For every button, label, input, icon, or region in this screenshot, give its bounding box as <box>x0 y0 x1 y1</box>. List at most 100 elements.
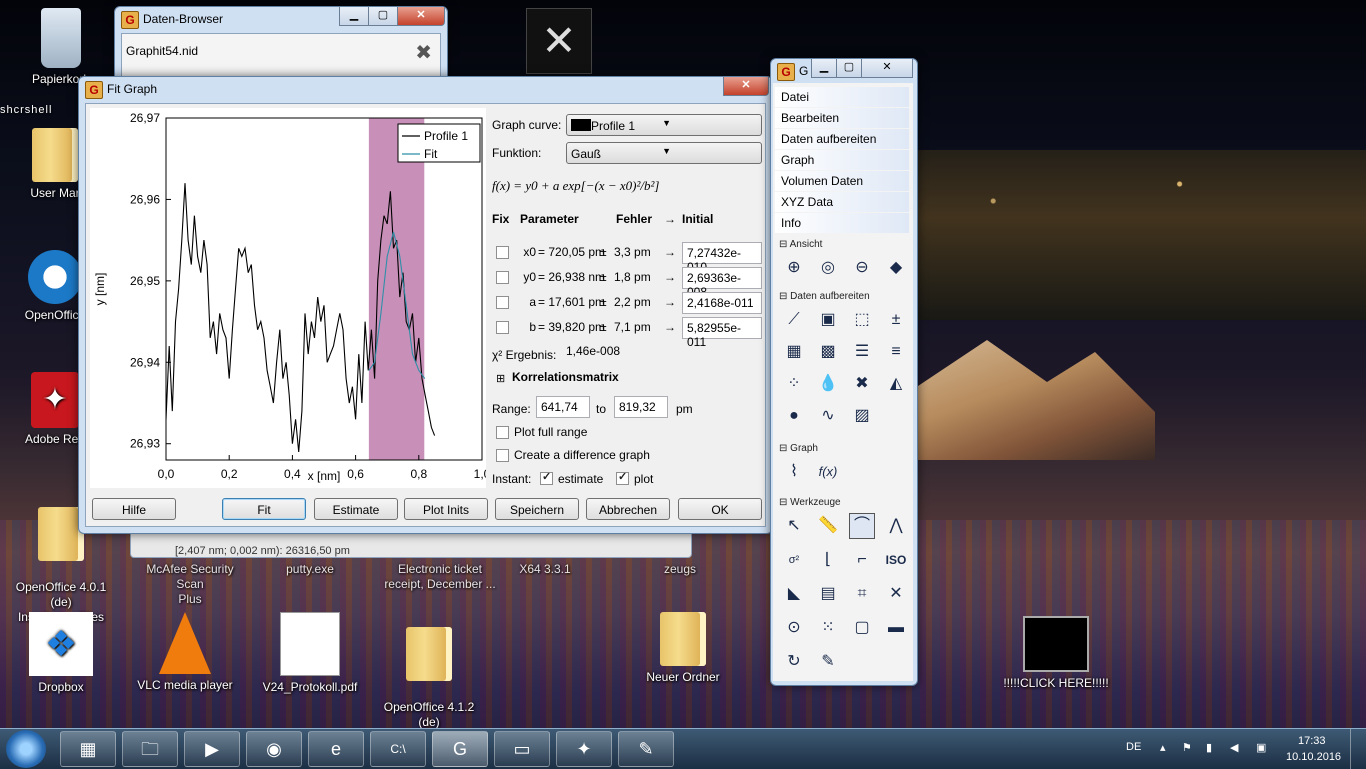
zoom-out-icon[interactable]: ⊖ <box>849 255 875 281</box>
pointer-icon[interactable]: ↖ <box>781 513 807 539</box>
menu-xyz-data[interactable]: XYZ Data <box>775 192 909 212</box>
sphere-icon[interactable]: ● <box>781 403 807 429</box>
section-ansicht[interactable]: ⊟ Ansicht <box>779 239 822 250</box>
taskbar-gwyddion[interactable]: G <box>432 731 488 767</box>
fft-profile-icon[interactable]: ◭ <box>883 371 909 397</box>
grain-remove-icon[interactable]: ⁙ <box>815 615 841 641</box>
korrelationsmatrix-expander[interactable]: Korrelationsmatrix <box>512 370 619 384</box>
desktop-icon-v24-pdf[interactable]: V24_Protokoll.pdf <box>255 612 365 695</box>
resize-icon[interactable]: ⬚ <box>849 307 875 333</box>
expand-plus-icon[interactable]: ⊞ <box>496 372 505 385</box>
minimize-button[interactable]: ▁ <box>811 59 837 78</box>
desktop-icon-dropbox[interactable]: ❖ Dropbox <box>6 612 116 695</box>
difference-graph-label[interactable]: Create a difference graph <box>514 448 650 462</box>
plot-full-range-label[interactable]: Plot full range <box>514 425 587 439</box>
taskbar-app-grid[interactable]: ▦ <box>60 731 116 767</box>
hilfe-button[interactable]: Hilfe <box>92 498 176 520</box>
taskbar-firefox[interactable]: ◉ <box>246 731 302 767</box>
taskbar-image-viewer[interactable]: ▭ <box>494 731 550 767</box>
menu-bearbeiten[interactable]: Bearbeiten <box>775 108 909 128</box>
taskbar-explorer[interactable]: 🗀 <box>122 731 178 767</box>
initial-value-input[interactable]: 5,82955e-011 <box>682 317 762 349</box>
instant-plot-checkbox[interactable] <box>616 470 629 485</box>
level-icon[interactable]: ⟋ <box>781 307 807 333</box>
show-desktop-button[interactable] <box>1350 729 1365 769</box>
desktop-label-putty[interactable]: putty.exe <box>270 562 350 577</box>
path-level-icon[interactable]: ✎ <box>815 649 841 675</box>
menu-graph[interactable]: Graph <box>775 150 909 170</box>
remove-grains-icon[interactable]: ✖ <box>849 371 875 397</box>
taskbar-ie[interactable]: e <box>308 731 364 767</box>
minimize-button[interactable]: ▁ <box>339 7 369 26</box>
fix-checkbox[interactable] <box>496 296 509 309</box>
graph-curve-select[interactable]: Profile 1 ▼ <box>566 114 762 136</box>
crop-layers-icon[interactable]: ▣ <box>815 307 841 333</box>
shading-icon[interactable]: ▦ <box>781 339 807 365</box>
clock-date[interactable]: 10.10.2016 <box>1286 751 1341 763</box>
taskbar-notepad[interactable]: ✎ <box>618 731 674 767</box>
desktop-icon-neuer-ordner[interactable]: Neuer Ordner <box>628 612 738 685</box>
profile-icon[interactable]: ⌒ <box>849 513 875 539</box>
fix-checkbox[interactable] <box>496 271 509 284</box>
menu-datei[interactable]: Datei <box>775 87 909 107</box>
instant-plot-label[interactable]: plot <box>634 472 653 486</box>
desktop-icon-xsupervisor[interactable]: ✕ <box>526 8 592 74</box>
selection-icon[interactable]: ▢ <box>849 615 875 641</box>
graph-fit-icon[interactable]: f(x) <box>815 459 841 485</box>
desktop-label-x64[interactable]: X64 3.3.1 <box>500 562 590 577</box>
triangle-level-icon[interactable]: ◣ <box>781 581 807 607</box>
ruler-icon[interactable]: 📏 <box>815 513 841 539</box>
desktop-label-mcafee[interactable]: McAfee Security Scan Plus <box>140 562 240 607</box>
color-range-icon[interactable]: ▬ <box>883 615 909 641</box>
section-werkzeuge[interactable]: ⊟ Werkzeuge <box>779 497 841 508</box>
fix-checkbox[interactable] <box>496 321 509 334</box>
funktion-select[interactable]: Gauß ▼ <box>566 142 762 164</box>
remove-spots-icon[interactable]: ✕ <box>883 581 909 607</box>
spectro-icon[interactable]: ⋀ <box>883 513 909 539</box>
mask-icon[interactable]: ▨ <box>849 403 875 429</box>
toolbox-titlebar[interactable]: G G ▁ ▢ ✕ <box>771 59 917 83</box>
step-icon[interactable]: ⌐ <box>849 547 875 573</box>
desktop-icon-oo412[interactable]: OpenOffice 4.1.2 (de) Installation Files <box>374 612 484 745</box>
taskbar-acrobat[interactable]: ✦ <box>556 731 612 767</box>
abbrechen-button[interactable]: Abbrechen <box>586 498 670 520</box>
initial-value-input[interactable]: 7,27432e-010 <box>682 242 762 274</box>
zoom-1-1-icon[interactable]: ◎ <box>815 255 841 281</box>
taskbar-media-player[interactable]: ▶ <box>184 731 240 767</box>
network-icon[interactable]: ▮ <box>1206 741 1212 754</box>
close-file-icon[interactable]: ✖ <box>415 40 432 65</box>
desktop-icon-click-here[interactable]: !!!!!CLICK HERE!!!!! <box>998 616 1114 691</box>
menu-volumen-daten[interactable]: Volumen Daten <box>775 171 909 191</box>
initial-value-input[interactable]: 2,69363e-008 <box>682 267 762 299</box>
taskbar-console[interactable]: C:\ <box>370 731 426 767</box>
statistics-icon[interactable]: σ² <box>781 547 807 573</box>
stripes-icon[interactable]: ▤ <box>815 581 841 607</box>
iso-roughness-icon[interactable]: ISO <box>883 547 909 573</box>
lines-icon[interactable]: ☰ <box>849 339 875 365</box>
desktop-label-receipt[interactable]: Electronic ticket receipt, December ... <box>380 562 500 592</box>
graph-measure-icon[interactable]: ⌇ <box>781 459 807 485</box>
arithmetic-icon[interactable]: ± <box>883 307 909 333</box>
maximize-button[interactable]: ▢ <box>368 7 398 26</box>
distribution-icon[interactable]: ⌊ <box>815 547 841 573</box>
ok-button[interactable]: OK <box>678 498 762 520</box>
range-to-input[interactable]: 819,32 <box>614 396 668 418</box>
instant-estimate-checkbox[interactable] <box>540 470 553 485</box>
close-button[interactable]: ✕ <box>723 77 769 96</box>
curve-icon[interactable]: ∿ <box>815 403 841 429</box>
range-from-input[interactable]: 641,74 <box>536 396 590 418</box>
power-icon[interactable]: ▣ <box>1256 741 1266 754</box>
menu-info[interactable]: Info <box>775 213 909 233</box>
maximize-button[interactable]: ▢ <box>836 59 862 78</box>
menu-daten-aufbereiten[interactable]: Daten aufbereiten <box>775 129 909 149</box>
language-indicator[interactable]: DE <box>1126 741 1141 753</box>
tray-chevron-icon[interactable]: ▴ <box>1160 741 1166 754</box>
fix-checkbox[interactable] <box>496 246 509 259</box>
section-daten-aufbereiten[interactable]: ⊟ Daten aufbereiten <box>779 291 870 302</box>
fit-graph-titlebar[interactable]: G Fit Graph ✕ <box>79 77 772 101</box>
estimate-button[interactable]: Estimate <box>314 498 398 520</box>
fit-graph-chart[interactable]: 26,93 26,94 26,95 26,96 26,97 0,0 0,2 0,4 0,6 0,8… <box>90 108 486 488</box>
fit-button[interactable]: Fit <box>222 498 306 520</box>
filter-icon[interactable]: ▩ <box>815 339 841 365</box>
daten-browser-titlebar[interactable]: G Daten-Browser ▁ ▢ ✕ <box>115 7 447 31</box>
